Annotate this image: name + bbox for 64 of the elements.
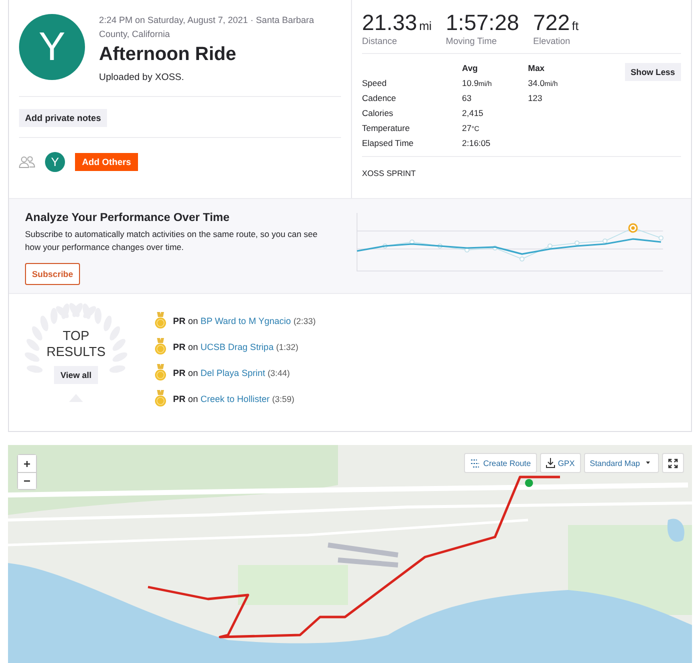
download-icon [546, 458, 555, 468]
effort-point [574, 240, 580, 246]
create-route-button[interactable]: Create Route [464, 453, 537, 473]
medal-icon [155, 338, 166, 355]
effort-point [492, 246, 498, 250]
segment-link[interactable]: Del Playa Sprint [200, 368, 266, 378]
section-text: Subscribe to automatically match activities on the same route, so you can see how your performance changes over time. [25, 228, 318, 254]
uploader-text: Uploaded by XOSS. [99, 72, 186, 83]
add-notes-button[interactable]: Add private notes [19, 108, 108, 127]
segment-link[interactable]: BP Ward to M Ygnacio [200, 316, 291, 326]
stat-value: 21.33 mi [362, 10, 432, 36]
stat-label: Calories [362, 108, 394, 118]
stat-label: Elevation [533, 36, 572, 46]
segment-link[interactable]: Creek to Hollister [200, 394, 270, 404]
medal-icon [155, 390, 166, 407]
route-icon [470, 458, 480, 468]
stat-label: Moving Time [446, 36, 498, 46]
stat-label: Elapsed Time [362, 138, 414, 148]
top-results-title: TOP RESULTS [46, 328, 106, 360]
zoom-out-button[interactable]: − [18, 472, 36, 489]
pr-entry: PR on UCSB Drag Stripa (1:32) [173, 342, 298, 352]
device-name: XOSS SPRINT [362, 168, 417, 178]
pr-entry: PR on Del Playa Sprint (3:44) [173, 368, 290, 378]
stat-value: 722 ft [533, 10, 579, 36]
gpx-download-button[interactable]: GPX [540, 453, 581, 473]
effort-point [464, 248, 470, 252]
fullscreen-icon [668, 458, 678, 468]
table-cell-text: 123 [528, 93, 544, 103]
people-icon [19, 156, 35, 168]
effort-point [602, 238, 608, 244]
stat-label: Speed [362, 78, 388, 88]
activity-title: Afternoon Ride [99, 44, 238, 66]
stat-value: 1:57:28 [446, 10, 520, 36]
avatar[interactable]: Y [19, 14, 85, 80]
stat-label: Cadence [362, 93, 398, 103]
stat-label: Distance [362, 36, 398, 46]
caret-icon [643, 460, 653, 466]
athlete-avatar[interactable]: Y [45, 152, 65, 172]
effort-point [520, 256, 524, 262]
pr-entry: PR on BP Ward to M Ygnacio (2:33) [173, 316, 316, 326]
add-others-button[interactable]: Add Others [75, 152, 138, 171]
stat-label: Temperature [362, 123, 411, 133]
highlighted-point [628, 223, 638, 233]
show-less-button[interactable]: Show Less [624, 63, 681, 81]
table-cell-text: 63 [462, 93, 472, 103]
fullscreen-button[interactable] [662, 453, 684, 473]
subscribe-button[interactable]: Subscribe [25, 262, 80, 284]
effort-point [658, 236, 664, 240]
column-header: Avg [462, 63, 479, 73]
effort-point [548, 244, 552, 248]
medal-icon [155, 312, 166, 329]
map-style-dropdown[interactable]: Standard Map [584, 453, 659, 473]
effort-point [438, 244, 442, 248]
view-all-button[interactable]: View all [54, 366, 98, 384]
table-cell-text: 2,415 [462, 108, 484, 118]
effort-point [382, 244, 388, 248]
pr-entry: PR on Creek to Hollister (3:59) [173, 394, 294, 404]
activity-meta: 2:24 PM on Saturday, August 7, 2021 · Santa Barbara County, California [99, 14, 315, 41]
effort-point [410, 240, 414, 244]
section-title: Analyze Your Performance Over Time [25, 212, 231, 224]
table-cell-text: 2:16:05 [462, 138, 492, 148]
medal-icon [155, 364, 166, 381]
column-header: Max [528, 63, 546, 73]
segment-link[interactable]: UCSB Drag Stripa [200, 342, 274, 352]
